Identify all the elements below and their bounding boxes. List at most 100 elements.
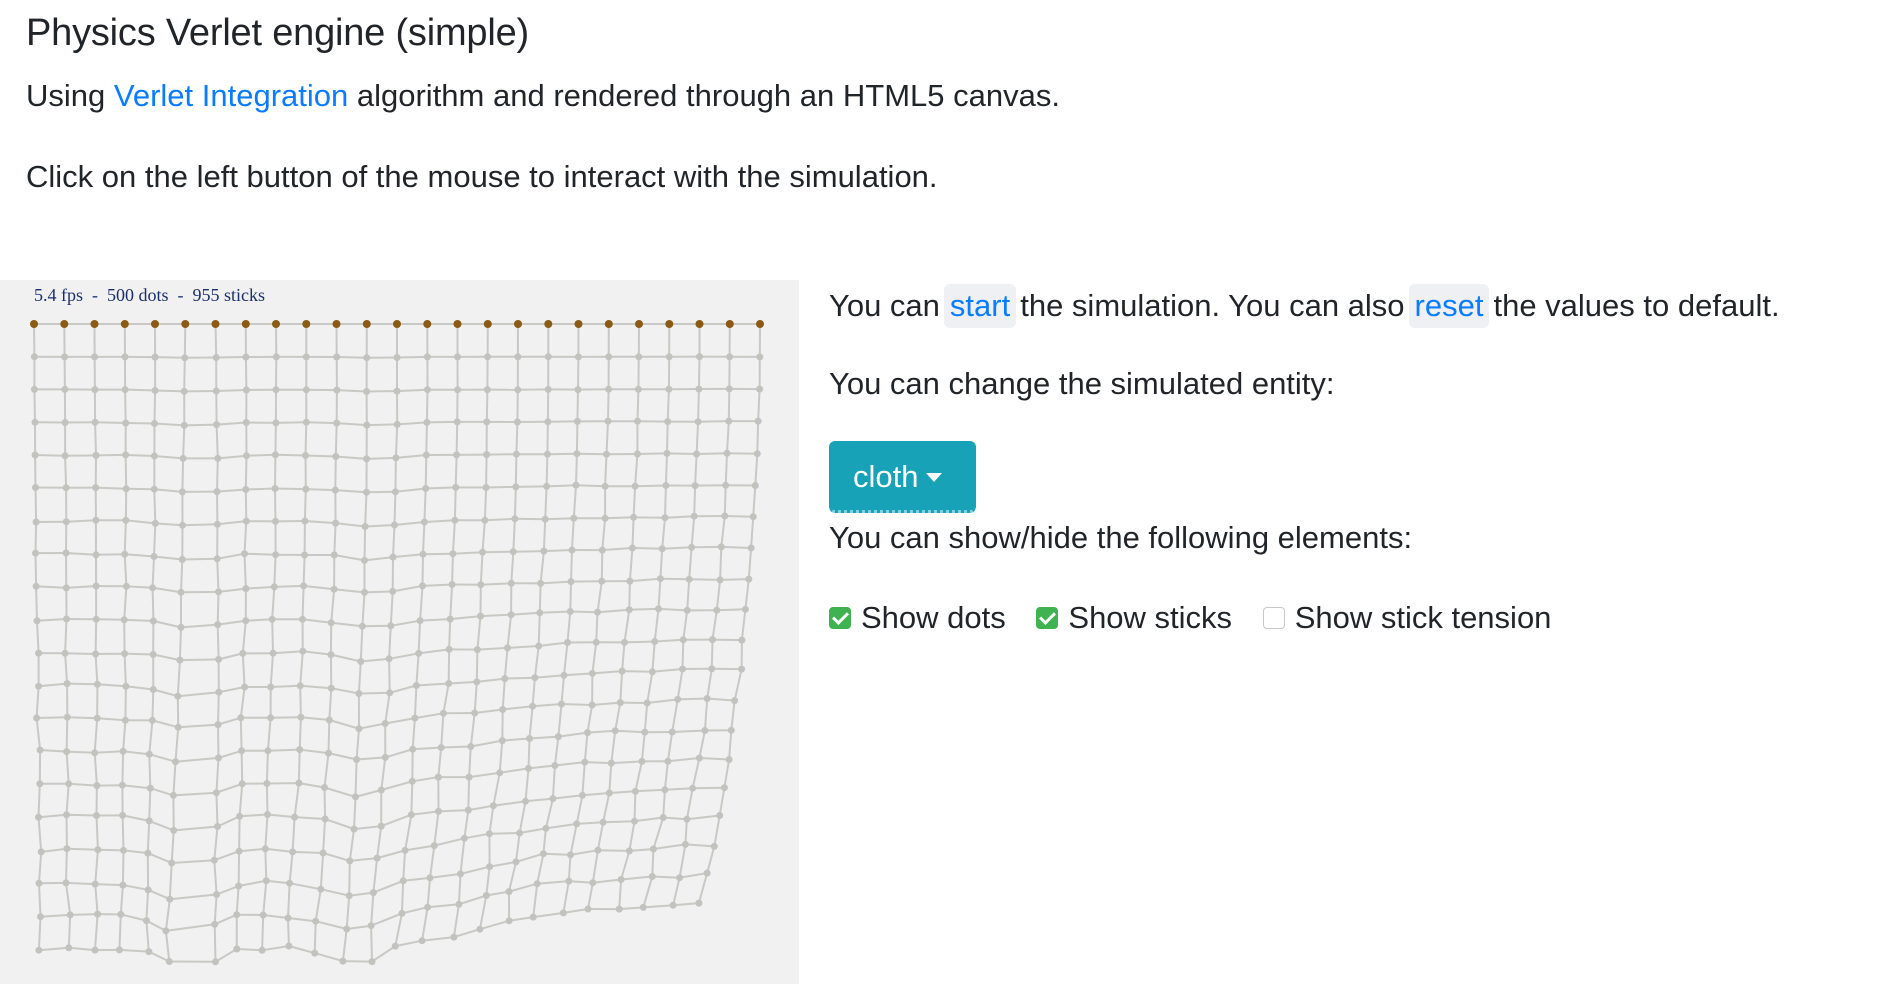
dot [301, 517, 309, 525]
dot [241, 683, 249, 691]
dot [37, 848, 45, 856]
stick [243, 521, 248, 554]
stick [67, 682, 98, 686]
show-dots-toggle[interactable]: Show dots [829, 598, 1006, 638]
stick [575, 795, 584, 825]
show-stick-tension-checkbox[interactable] [1262, 607, 1285, 629]
stick [119, 948, 149, 953]
stick [336, 422, 367, 427]
stick [499, 767, 529, 774]
stick [349, 857, 378, 862]
dot [412, 682, 420, 689]
stick [631, 517, 635, 549]
stick [597, 608, 630, 614]
pinned-dot [483, 320, 492, 328]
dot [451, 516, 459, 524]
dot [180, 387, 188, 395]
stick [485, 454, 488, 488]
dot [544, 353, 552, 361]
entity-dropdown[interactable]: cloth [829, 441, 976, 513]
show-sticks-toggle[interactable]: Show sticks [1036, 598, 1232, 638]
verlet-integration-link[interactable]: Verlet Integration [114, 78, 348, 113]
stick [672, 877, 681, 906]
dot [169, 791, 177, 799]
stick [510, 551, 515, 584]
stick [458, 894, 487, 906]
stick [404, 844, 435, 852]
dot [94, 910, 102, 918]
dot [119, 811, 127, 819]
start-button[interactable]: start [943, 284, 1017, 328]
dot [119, 881, 127, 889]
dot [150, 485, 158, 493]
stick [94, 653, 99, 685]
show-dots-checkbox[interactable] [829, 607, 851, 629]
stick [65, 717, 69, 752]
stick [155, 522, 183, 527]
simulation-canvas[interactable]: 5.4 fps - 500 dots - 955 sticks [0, 280, 799, 984]
dot [661, 786, 669, 794]
stick [660, 577, 690, 581]
dot [233, 945, 241, 953]
reset-button[interactable]: reset [1408, 284, 1490, 328]
dot [665, 353, 673, 361]
stick [178, 627, 182, 661]
dot [544, 385, 552, 393]
dot [460, 834, 468, 842]
stick [642, 876, 654, 908]
stick [348, 828, 355, 862]
stick [488, 805, 495, 834]
intro-prefix: Using [26, 78, 114, 113]
stick [237, 851, 241, 887]
show-sticks-checkbox[interactable] [1036, 607, 1059, 629]
stick [370, 892, 375, 926]
dot [399, 877, 407, 885]
stick [275, 421, 307, 424]
pinned-dot [423, 320, 432, 328]
stick [66, 585, 97, 589]
stick [551, 765, 556, 799]
stick [699, 757, 730, 761]
dot [635, 353, 643, 361]
stick [355, 728, 360, 760]
stick [270, 684, 301, 688]
dot [377, 786, 385, 794]
dot [63, 845, 71, 853]
stick [493, 800, 526, 807]
dot [389, 587, 397, 595]
dot [516, 829, 524, 837]
stick [459, 838, 466, 875]
dot [391, 942, 399, 950]
stick [335, 455, 367, 460]
dot [363, 354, 371, 362]
stick [441, 745, 471, 749]
stick [125, 685, 154, 691]
stick [363, 526, 367, 561]
dot [92, 451, 100, 459]
dot [118, 781, 126, 789]
cloth-mesh[interactable] [0, 280, 799, 984]
stick [146, 820, 151, 854]
stick [147, 888, 171, 901]
stick [240, 750, 244, 784]
stick [596, 581, 603, 613]
show-stick-tension-toggle[interactable]: Show stick tension [1262, 598, 1551, 638]
stick [180, 559, 184, 593]
stick [304, 520, 336, 525]
dot [325, 749, 332, 757]
dot [235, 882, 243, 890]
stick [169, 893, 217, 901]
stick [560, 675, 565, 705]
stick [213, 850, 240, 862]
stick [426, 420, 458, 424]
stick [35, 686, 40, 719]
dot [179, 454, 187, 462]
stick [218, 749, 242, 759]
stick [752, 485, 757, 517]
dot [424, 903, 432, 911]
dot [483, 418, 491, 426]
dot [289, 848, 297, 856]
stick [37, 783, 41, 818]
stick [554, 761, 585, 767]
stick [690, 516, 696, 548]
